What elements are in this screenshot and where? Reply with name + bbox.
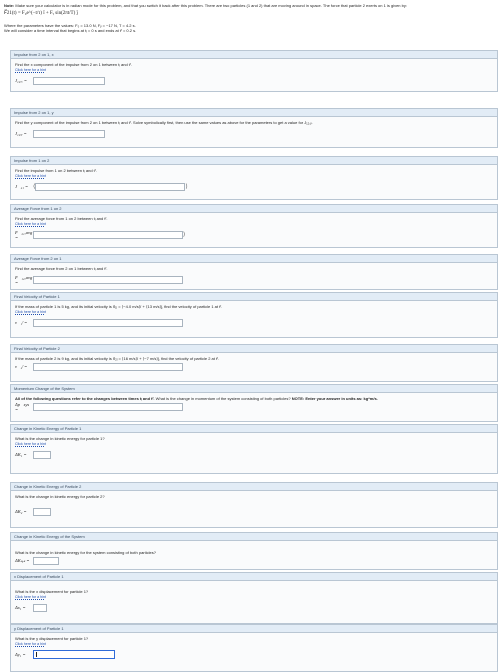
hint-link[interactable]: Click here for a hint — [15, 310, 46, 314]
parameters: Where the parameters have the values: F₀… — [4, 23, 498, 33]
hint-link[interactable]: Click here for a hint — [15, 442, 46, 446]
section-header: Change in Kinetic Energy of the System — [11, 533, 497, 541]
answer-symbol: J₁₂,ᵧ = — [15, 131, 27, 136]
question-text: If the mass of particle 1 is 5 kg, and i… — [15, 304, 223, 309]
hint-link[interactable]: Click here for a hint — [15, 222, 46, 226]
answer-symbol: J⃗₂₁ = — [15, 184, 29, 189]
hint-link[interactable]: Click here for a hint — [15, 68, 46, 72]
answer-input[interactable] — [33, 275, 183, 284]
parameters-line-2: We will consider a time interval that be… — [4, 28, 137, 33]
force-formula: F⃗21(t) = F₀e^(−t/τ) î + Fᵧ sin(2πt/T) ĵ — [4, 11, 78, 16]
question-text: What is the change in kinetic energy for… — [15, 550, 156, 555]
close-bracket: ⟩ — [183, 232, 186, 238]
answer-input[interactable] — [33, 507, 51, 516]
section-header: Impulse from 2 on 1, x — [11, 51, 497, 59]
question-text: Find the x component of the impulse from… — [15, 62, 132, 67]
answer-symbol: v⃗₁ᶠ = — [15, 320, 28, 325]
section-header: Change in Kinetic Energy of Particle 2 — [11, 483, 497, 491]
section-impulse-y: Impulse from 2 on 1, y Find the y compon… — [10, 108, 498, 148]
section-momentum-change: Momentum Change of the System All of the… — [10, 384, 498, 422]
answer-symbol: Δp⃗sys = — [15, 401, 30, 412]
section-header: x Displacement of Particle 1 — [11, 573, 497, 581]
question-text: What is the y displacement for particle … — [15, 636, 89, 641]
section-ke-particle-1: Change in Kinetic Energy of Particle 1 W… — [10, 424, 498, 474]
answer-symbol: F⃗₁₂,avg = — [15, 274, 33, 285]
section-x-displacement-1: x Displacement of Particle 1 What is the… — [10, 572, 498, 624]
note-label: Note: — [4, 3, 15, 8]
answer-input[interactable] — [33, 450, 51, 459]
hint-link[interactable]: Click here for a hint — [15, 642, 46, 646]
answer-symbol: J₁₂,ₓ = — [15, 78, 27, 83]
section-final-velocity-1: Final Velocity of Particle 1 If the mass… — [10, 292, 498, 338]
answer-symbol: Δy₁ = — [15, 652, 26, 657]
answer-symbol: ΔK₂ = — [15, 509, 27, 514]
question-text: What is the change in kinetic energy for… — [15, 436, 105, 441]
section-header: Final Velocity of Particle 1 — [11, 293, 497, 301]
section-header: Impulse from 2 on 1, y — [11, 109, 497, 117]
section-header: Final Velocity of Particle 2 — [11, 345, 497, 353]
answer-input[interactable] — [33, 603, 47, 612]
question-text: Find the y component of the impulse from… — [15, 120, 313, 125]
answer-input[interactable] — [33, 556, 59, 565]
hint-link[interactable]: Click here for a hint — [15, 174, 46, 178]
answer-symbol: ΔK₁ = — [15, 452, 27, 457]
question-text: Find the impulse from 1 on 2 between tᵢ … — [15, 168, 97, 173]
answer-input[interactable] — [33, 402, 183, 411]
bold-intro: All of the following questions refer to … — [15, 396, 155, 401]
answer-input[interactable] — [33, 129, 105, 138]
problem-statement: Note: Make sure your calculator is in ra… — [4, 3, 498, 33]
answer-input-focused[interactable] — [33, 650, 115, 659]
answer-input[interactable] — [35, 182, 186, 191]
answer-symbol: F⃗₂₁,avg = — [15, 229, 33, 240]
question-text: If the mass of particle 2 is 9 kg, and i… — [15, 356, 220, 361]
hint-link[interactable]: Click here for a hint — [15, 595, 46, 599]
answer-input[interactable] — [33, 318, 183, 327]
section-header: y Displacement of Particle 1 — [11, 625, 497, 633]
section-final-velocity-2: Final Velocity of Particle 2 If the mass… — [10, 344, 498, 382]
section-ke-particle-2: Change in Kinetic Energy of Particle 2 W… — [10, 482, 498, 528]
section-header: Impulse from 1 on 2 — [11, 157, 497, 165]
note-body: Make sure your calculator is in radian m… — [15, 3, 407, 8]
answer-input[interactable] — [33, 76, 105, 85]
question-body: What is the change in momentum of the sy… — [155, 396, 291, 401]
bold-note: NOTE: Enter your answer in units as: kg*… — [291, 396, 378, 401]
question-text: Find the average force from 2 on 1 betwe… — [15, 266, 108, 271]
text-cursor — [36, 652, 37, 657]
question-text: What is the x displacement for particle … — [15, 589, 89, 594]
section-header: Momentum Change of the System — [11, 385, 497, 393]
answer-input[interactable] — [33, 362, 183, 371]
section-header: Change in Kinetic Energy of Particle 1 — [11, 425, 497, 433]
section-impulse-x: Impulse from 2 on 1, x Find the x compon… — [10, 50, 498, 92]
question-text: All of the following questions refer to … — [15, 396, 493, 401]
answer-symbol: ΔKₛᵧₛ = — [15, 557, 30, 563]
close-bracket: ⟩ — [185, 184, 188, 190]
section-avg-force-2-on-1: Average Force from 2 on 1 Find the avera… — [10, 254, 498, 290]
question-text: Find the average force from 1 on 2 betwe… — [15, 216, 108, 221]
question-text: What is the change in kinetic energy for… — [15, 494, 105, 499]
section-y-displacement-1: y Displacement of Particle 1 What is the… — [10, 624, 498, 672]
answer-input[interactable] — [33, 230, 183, 239]
answer-symbol: v⃗₂ᶠ = — [15, 364, 28, 369]
section-impulse-1-on-2: Impulse from 1 on 2 Find the impulse fro… — [10, 156, 498, 200]
answer-symbol: Δx₁ = — [15, 605, 26, 610]
section-ke-system: Change in Kinetic Energy of the System W… — [10, 532, 498, 570]
section-header: Average Force from 1 on 2 — [11, 205, 497, 213]
section-header: Average Force from 2 on 1 — [11, 255, 497, 263]
note-text: Note: Make sure your calculator is in ra… — [4, 3, 498, 9]
section-avg-force-1-on-2: Average Force from 1 on 2 Find the avera… — [10, 204, 498, 248]
